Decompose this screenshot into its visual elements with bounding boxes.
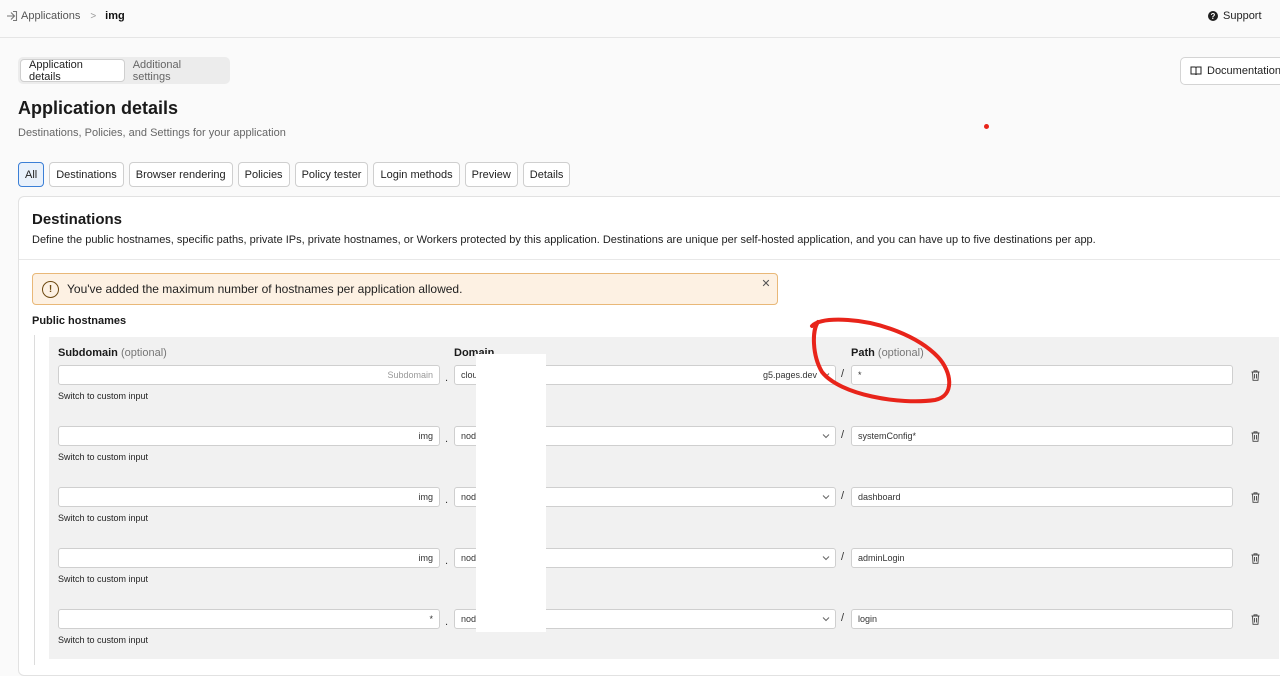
trash-icon[interactable] (1251, 553, 1260, 564)
trash-icon[interactable] (1251, 431, 1260, 442)
breadcrumb-current: img (105, 10, 125, 22)
application-tabs: Application details Additional settings (18, 57, 230, 84)
chevron-down-icon (822, 617, 830, 622)
annotation-dot (984, 124, 989, 129)
hostname-table: Subdomain (optional) Domain Path (option… (49, 337, 1279, 659)
exclamation-circle-icon: ! (42, 280, 59, 298)
path-input[interactable]: adminLogin (851, 548, 1233, 568)
hostname-row: img . node / systemConfig* Switch to cus… (49, 426, 1279, 476)
chip-browser-rendering[interactable]: Browser rendering (128, 162, 233, 187)
max-hostnames-alert: ! You've added the maximum number of hos… (32, 273, 778, 305)
destinations-description: Define the public hostnames, specific pa… (32, 234, 1096, 246)
chip-preview[interactable]: Preview (464, 162, 518, 187)
subdomain-input[interactable]: img (58, 487, 440, 507)
chevron-down-icon (822, 556, 830, 561)
domain-value-tail: g5.pages.dev (762, 370, 817, 380)
chip-policies[interactable]: Policies (237, 162, 290, 187)
chip-destinations[interactable]: Destinations (49, 162, 124, 187)
page-subtitle: Destinations, Policies, and Settings for… (18, 127, 286, 139)
slash-separator: / (841, 490, 845, 502)
trash-icon[interactable] (1251, 492, 1260, 503)
path-input[interactable]: login (851, 609, 1233, 629)
slash-separator: / (841, 429, 845, 441)
breadcrumb-separator: > (90, 10, 97, 22)
redaction-overlay (476, 354, 546, 632)
divider (19, 259, 1280, 260)
support-link[interactable]: ? Support (1208, 10, 1262, 22)
dot-separator: . (445, 494, 449, 506)
support-label: Support (1223, 10, 1262, 22)
tab-application-details[interactable]: Application details (20, 59, 125, 83)
alert-message: You've added the maximum number of hostn… (67, 282, 463, 296)
dot-separator: . (445, 372, 449, 384)
hostname-row: Subdomain . clou g5.pages.dev / * Switch… (49, 365, 1279, 415)
page-title: Application details (18, 98, 179, 118)
chip-login-methods[interactable]: Login methods (373, 162, 460, 187)
slash-separator: / (841, 368, 845, 380)
path-input[interactable]: dashboard (851, 487, 1233, 507)
subdomain-input[interactable]: Subdomain (58, 365, 440, 385)
switch-to-custom-input-link[interactable]: Switch to custom input (58, 513, 148, 523)
documentation-button[interactable]: Documentation (1180, 57, 1280, 85)
column-header-subdomain: Subdomain (optional) (58, 347, 167, 359)
chevron-down-icon (822, 373, 830, 378)
switch-to-custom-input-link[interactable]: Switch to custom input (58, 635, 148, 645)
sign-in-icon (7, 10, 18, 22)
breadcrumb: Applications > img (6, 10, 125, 22)
book-icon (1190, 66, 1202, 76)
trash-icon[interactable] (1251, 614, 1260, 625)
section-filter-chips: All Destinations Browser rendering Polic… (18, 162, 571, 187)
destinations-card: Destinations Define the public hostnames… (18, 196, 1280, 676)
slash-separator: / (841, 551, 845, 563)
subdomain-input[interactable]: * (58, 609, 440, 629)
trash-icon[interactable] (1251, 370, 1260, 381)
dot-separator: . (445, 555, 449, 567)
destinations-title: Destinations (32, 211, 123, 228)
top-bar: Applications > img ? Support (0, 0, 1280, 38)
breadcrumb-applications-link[interactable]: Applications (21, 10, 80, 22)
subdomain-input[interactable]: img (58, 426, 440, 446)
column-header-path: Path (optional) (851, 347, 924, 359)
chip-all[interactable]: All (18, 162, 45, 187)
hostname-row: img . node / dashboard Switch to custom … (49, 487, 1279, 537)
chip-policy-tester[interactable]: Policy tester (294, 162, 369, 187)
dot-separator: . (445, 616, 449, 628)
subdomain-input[interactable]: img (58, 548, 440, 568)
close-icon[interactable]: ✕ (759, 276, 773, 290)
chevron-down-icon (822, 434, 830, 439)
question-circle-icon: ? (1208, 11, 1218, 21)
switch-to-custom-input-link[interactable]: Switch to custom input (58, 452, 148, 462)
path-input[interactable]: systemConfig* (851, 426, 1233, 446)
chevron-down-icon (822, 495, 830, 500)
chip-details[interactable]: Details (522, 162, 571, 187)
public-hostnames-label: Public hostnames (32, 315, 127, 327)
hostname-row: * . node / login Switch to custom input (49, 609, 1279, 659)
switch-to-custom-input-link[interactable]: Switch to custom input (58, 391, 148, 401)
tab-additional-settings[interactable]: Additional settings (125, 59, 228, 83)
documentation-label: Documentation (1207, 65, 1280, 77)
switch-to-custom-input-link[interactable]: Switch to custom input (58, 574, 148, 584)
slash-separator: / (841, 612, 845, 624)
path-input[interactable]: * (851, 365, 1233, 385)
dot-separator: . (445, 433, 449, 445)
hostname-row: img . node / adminLogin Switch to custom… (49, 548, 1279, 598)
public-hostnames-group: Subdomain (optional) Domain Path (option… (34, 335, 1280, 665)
